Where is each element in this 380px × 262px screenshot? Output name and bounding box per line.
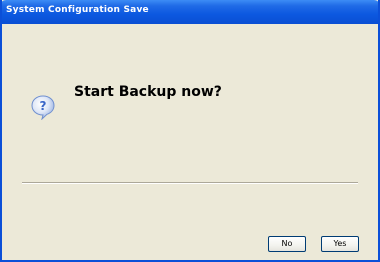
window-title: System Configuration Save	[6, 5, 149, 15]
no-button[interactable]: No	[268, 236, 306, 252]
dialog-window: System Configuration Save ? Start Backup…	[0, 0, 380, 262]
dialog-message: Start Backup now?	[74, 84, 222, 100]
question-icon: ?	[30, 94, 56, 121]
dialog-content: ? Start Backup now? No Yes	[2, 24, 378, 260]
title-bar[interactable]: System Configuration Save	[2, 0, 378, 24]
svg-text:?: ?	[40, 99, 47, 113]
separator	[22, 182, 358, 184]
yes-button[interactable]: Yes	[321, 236, 359, 252]
